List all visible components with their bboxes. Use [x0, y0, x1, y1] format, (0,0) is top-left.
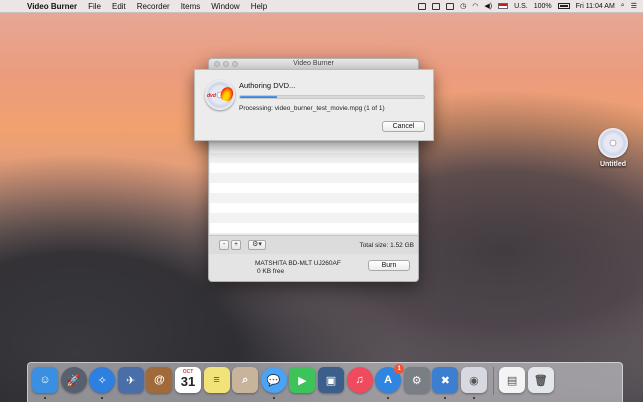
dock-badge: 1: [394, 364, 405, 374]
battery-percent[interactable]: 100%: [534, 3, 552, 10]
dock-glyph: ▣: [325, 374, 337, 387]
dock-contacts-icon[interactable]: @: [146, 367, 173, 393]
list-row[interactable]: [210, 183, 418, 193]
remove-item-button[interactable]: -: [219, 240, 229, 250]
add-item-button[interactable]: +: [231, 240, 241, 250]
dock-glyph: 🗑: [533, 374, 548, 387]
window-title: Video Burner: [293, 60, 334, 67]
dvd-disc-icon: [598, 128, 628, 158]
dock-glyph: ≡: [213, 374, 220, 386]
desktop-dvd-label: Untitled: [599, 161, 627, 168]
menu-window[interactable]: Window: [211, 2, 239, 11]
dock-mail-photos-icon[interactable]: ✈: [117, 367, 144, 393]
dock-photo-booth-icon[interactable]: ▣: [317, 367, 344, 393]
dock-calendar-icon[interactable]: OCT 31: [174, 367, 201, 393]
burn-area: MATSHITA BD-MLT UJ260AF 0 KB free Burn: [209, 254, 418, 281]
desktop-dvd[interactable]: Untitled: [593, 128, 633, 168]
progress-fill: [240, 96, 277, 98]
input-source-label[interactable]: U.S.: [514, 3, 528, 10]
dock: ☺ 🚀 ✧ ✈ @ OCT 31 ≡ ⌕ 💬 ▶ ▣ ♫ A 1 ⚙ ✖ ◉ ▤ 🗑: [27, 362, 623, 402]
list-row[interactable]: [210, 163, 418, 173]
time-machine-icon[interactable]: ◷: [460, 2, 466, 10]
list-row[interactable]: [210, 223, 418, 233]
dock-video-burner-icon[interactable]: ◉: [460, 367, 487, 399]
dock-glyph: ▤: [506, 374, 518, 387]
dock-launchpad-icon[interactable]: 🚀: [60, 367, 87, 393]
progress-sheet: dvd Authoring DVD... Processing: video_b…: [194, 69, 434, 141]
dock-glyph: ☺: [39, 374, 51, 386]
menu-help[interactable]: Help: [251, 2, 267, 11]
running-indicator: [444, 397, 447, 399]
dock-glyph: ◉: [469, 374, 479, 387]
dock-glyph: ⚙: [411, 374, 422, 387]
sheet-heading: Authoring DVD...: [239, 81, 296, 90]
dock-glyph: 🚀: [66, 374, 81, 387]
dock-safari-icon[interactable]: ✧: [89, 367, 116, 399]
dock-glyph: ✖: [440, 374, 450, 387]
dock-icons: ☺ 🚀 ✧ ✈ @ OCT 31 ≡ ⌕ 💬 ▶ ▣ ♫ A 1 ⚙ ✖ ◉ ▤ 🗑: [32, 364, 554, 399]
menu-app-name[interactable]: Video Burner: [27, 2, 77, 11]
processing-status: Processing: video_burner_test_movie.mpg …: [239, 105, 385, 112]
menu-recorder[interactable]: Recorder: [137, 2, 170, 11]
dock-glyph: ✈: [126, 374, 136, 387]
running-indicator: [44, 397, 46, 399]
volume-icon[interactable]: ◀): [484, 2, 492, 10]
dvd-tag: dvd: [207, 93, 216, 99]
list-toolbar: - + ⚙▾ Total size: 1.52 GB: [209, 235, 418, 254]
cancel-button[interactable]: Cancel: [382, 121, 425, 132]
battery-icon[interactable]: [557, 3, 570, 9]
list-row[interactable]: [210, 153, 418, 163]
running-indicator: [101, 397, 104, 399]
dock-preview-icon[interactable]: ⌕: [232, 367, 259, 393]
drive-name: MATSHITA BD-MLT UJ260AF: [255, 260, 341, 267]
dock-glyph: ♫: [355, 374, 364, 386]
running-indicator: [387, 397, 390, 399]
dock-finder-icon[interactable]: ☺: [32, 367, 58, 399]
list-row[interactable]: [210, 173, 418, 183]
dock-notes-icon[interactable]: ≡: [203, 367, 230, 393]
list-row[interactable]: [210, 213, 418, 223]
menu-extra-icon[interactable]: [418, 2, 427, 10]
running-indicator: [472, 397, 475, 399]
menu-edit[interactable]: Edit: [112, 2, 126, 11]
menu-items[interactable]: Items: [181, 2, 201, 11]
dock-glyph: ▶: [298, 374, 307, 387]
dock-messages-icon[interactable]: 💬: [260, 367, 287, 399]
running-indicator: [272, 397, 275, 399]
dock-glyph: @: [154, 374, 165, 386]
dock-glyph: ⌕: [242, 373, 249, 386]
bluetooth-icon[interactable]: [446, 2, 455, 10]
menu-bar: Video Burner File Edit Recorder Items Wi…: [0, 0, 643, 13]
flag-icon[interactable]: [498, 3, 509, 9]
dock-glyph: A: [384, 374, 393, 386]
list-row[interactable]: [210, 203, 418, 213]
dock-downloads-stack-icon[interactable]: ▤: [499, 367, 526, 393]
dropbox-icon[interactable]: [432, 2, 441, 10]
dock-glyph: ✧: [97, 374, 107, 387]
dock-system-preferences-icon[interactable]: ⚙: [403, 367, 430, 393]
dock-separator: [492, 367, 494, 395]
burn-button[interactable]: Burn: [368, 260, 410, 271]
dock-trash-icon[interactable]: 🗑: [527, 367, 554, 393]
dock-facetime-icon[interactable]: ▶: [289, 367, 316, 393]
dock-xcode-icon[interactable]: ✖: [432, 367, 459, 399]
status-area: ◷ ◠ ◀) U.S. 100% Fri 11:04 AM ⌕ ☰: [418, 0, 637, 12]
wifi-icon[interactable]: ◠: [472, 2, 478, 10]
progress-bar: [239, 95, 425, 99]
gear-menu-button[interactable]: ⚙▾: [248, 240, 266, 250]
dock-glyph: 💬: [266, 374, 281, 387]
notification-center-icon[interactable]: ☰: [631, 2, 637, 10]
drive-free-space: 0 KB free: [257, 268, 285, 275]
dock-app-store-icon[interactable]: A1: [375, 364, 405, 399]
menu-file[interactable]: File: [88, 2, 101, 11]
dock-itunes-icon[interactable]: ♫: [346, 367, 373, 393]
spotlight-icon[interactable]: ⌕: [621, 2, 625, 10]
list-row[interactable]: [210, 193, 418, 203]
file-list[interactable]: [210, 143, 418, 233]
clock[interactable]: Fri 11:04 AM: [576, 3, 615, 10]
calendar-day: 31: [180, 374, 196, 389]
total-size-label: Total size: 1.52 GB: [359, 242, 414, 249]
list-row[interactable]: [210, 143, 418, 153]
